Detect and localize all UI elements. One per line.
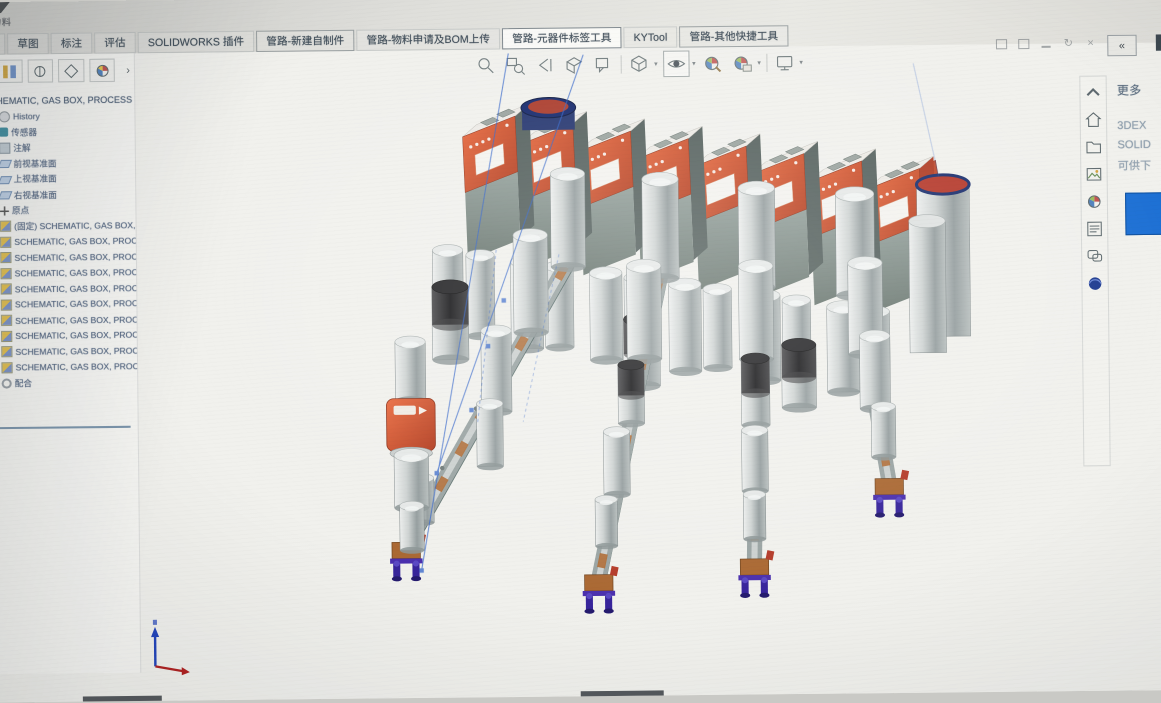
photographed-screen: 物料 布局草图标注评估SOLIDWORKS 插件管路-新建自制件管路-物料申请及…	[0, 0, 1161, 702]
3d-assembly-model	[0, 0, 1161, 702]
